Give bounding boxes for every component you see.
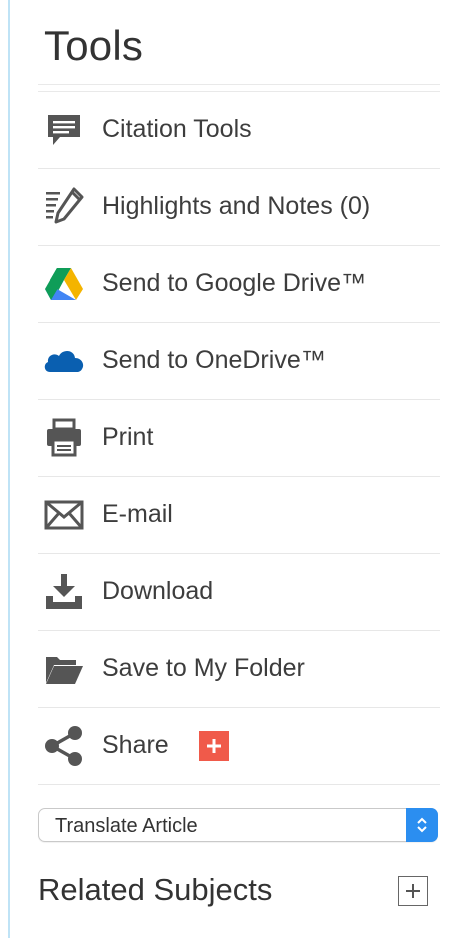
tool-google-drive[interactable]: Send to Google Drive™ [38, 246, 440, 323]
panel-title: Tools [44, 22, 144, 69]
related-subjects-heading: Related Subjects [38, 872, 273, 907]
envelope-icon [41, 492, 87, 538]
translate-selected-value: Translate Article [55, 815, 198, 837]
folder-icon [41, 646, 87, 692]
tool-onedrive[interactable]: Send to OneDrive™ [38, 323, 440, 400]
download-icon [41, 569, 87, 615]
translate-article-select[interactable]: Translate Article [38, 808, 438, 842]
share-icon [41, 723, 87, 769]
speech-bubble-icon [41, 107, 87, 153]
plus-box-icon[interactable] [398, 876, 428, 906]
tool-highlights-notes[interactable]: Highlights and Notes (0) [38, 169, 440, 246]
tool-email[interactable]: E-mail [38, 477, 440, 554]
tool-label: Print [102, 422, 154, 451]
tool-print[interactable]: Print [38, 400, 440, 477]
pencil-notes-icon [41, 184, 87, 230]
tool-label: E-mail [102, 499, 173, 528]
plus-icon[interactable] [199, 731, 229, 761]
tool-label: Send to Google Drive™ [102, 268, 367, 297]
tool-label: Share [102, 730, 169, 759]
tool-label: Send to OneDrive™ [102, 345, 326, 374]
onedrive-cloud-icon [41, 338, 87, 384]
title-divider [38, 84, 440, 85]
tool-save-to-folder[interactable]: Save to My Folder [38, 631, 440, 708]
updown-chevron-icon [406, 808, 438, 842]
tool-label: Save to My Folder [102, 653, 305, 682]
tool-label: Highlights and Notes (0) [102, 191, 371, 220]
printer-icon [41, 415, 87, 461]
tool-download[interactable]: Download [38, 554, 440, 631]
tool-label: Citation Tools [102, 114, 252, 143]
tool-label: Download [102, 576, 214, 605]
tool-citation-tools[interactable]: Citation Tools [38, 92, 440, 169]
left-divider [8, 0, 10, 938]
tool-share[interactable]: Share [38, 708, 440, 785]
tools-list: Citation Tools Highlights and Notes (0) [38, 92, 440, 785]
google-drive-icon [41, 261, 87, 307]
